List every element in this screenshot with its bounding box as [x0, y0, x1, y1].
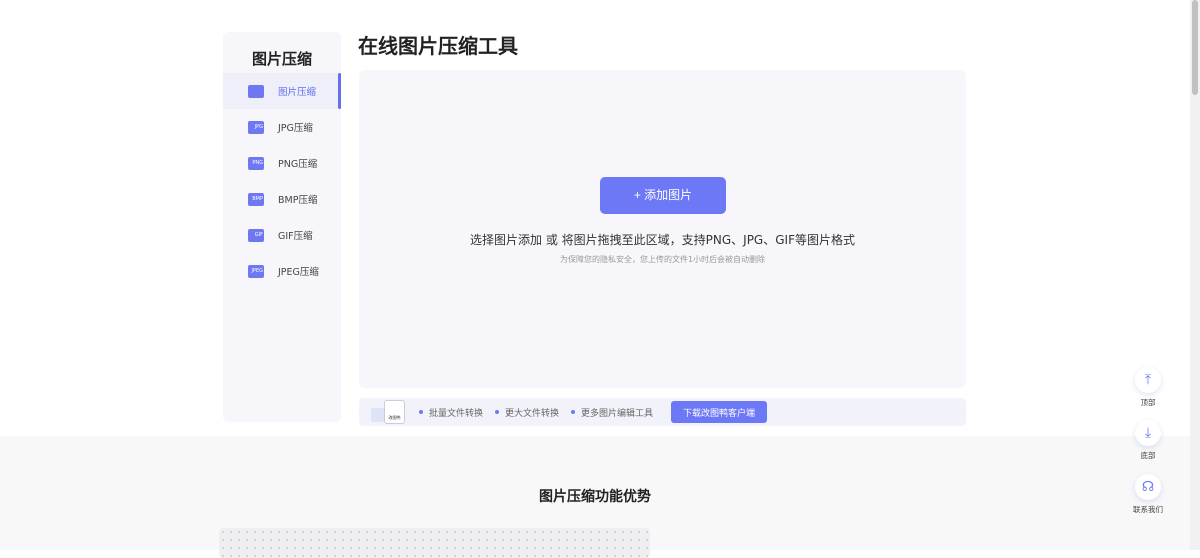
sidebar-item-image-compress[interactable]: 图片压缩 — [223, 73, 341, 109]
sidebar-item-jpg[interactable]: JPG JPG压缩 — [223, 109, 341, 145]
headset-icon: ☊ — [1135, 474, 1161, 500]
bottom-label: 底部 — [1140, 451, 1156, 460]
arrow-down-icon: ⤓ — [1135, 420, 1161, 446]
feature-item: 批量文件转换 — [419, 406, 483, 419]
gif-file-icon: GIF — [248, 228, 264, 242]
page-title: 在线图片压缩工具 — [358, 34, 518, 58]
sidebar-item-bmp[interactable]: BMP BMP压缩 — [223, 181, 341, 217]
sidebar-title: 图片压缩 — [251, 50, 312, 68]
sidebar-item-label: JPEG压缩 — [278, 267, 319, 278]
privacy-note: 为保障您的隐私安全，您上传的文件1小时后会被自动删除 — [559, 255, 766, 264]
feature-item: 更大文件转换 — [495, 406, 559, 419]
sidebar-item-label: GIF压缩 — [278, 231, 313, 242]
go-to-bottom-button[interactable]: ⤓ 底部 — [1130, 420, 1166, 461]
feature-item: 更多图片编辑工具 — [571, 406, 653, 419]
jpeg-file-icon: JPEG — [248, 264, 264, 278]
sidebar-item-gif[interactable]: GIF GIF压缩 — [223, 217, 341, 253]
sidebar-item-label: BMP压缩 — [278, 195, 318, 206]
dotted-panel — [219, 528, 650, 558]
sidebar: 图片压缩 图片压缩 JPG JPG压缩 PNG PNG压缩 BMP BMP压缩 GIF… — [223, 32, 341, 422]
scrollbar-thumb[interactable] — [1192, 0, 1198, 95]
bmp-file-icon: BMP — [248, 192, 264, 206]
app-logo-icon: 改图鸭 — [369, 398, 407, 426]
arrow-up-icon: ⤒ — [1135, 367, 1161, 393]
contact-label: 联系我们 — [1133, 505, 1163, 514]
sidebar-item-label: JPG压缩 — [278, 123, 313, 134]
back-to-top-button[interactable]: ⤒ 顶部 — [1130, 367, 1166, 408]
features-section: 图片压缩功能优势 — [0, 436, 1190, 558]
download-client-button[interactable]: 下载改图鸭客户端 — [671, 401, 768, 423]
top-label: 顶部 — [1140, 398, 1156, 407]
upload-drop-zone[interactable]: + 添加图片 选择图片添加 或 将图片拖拽至此区域，支持PNG、JPG、GIF等… — [359, 70, 966, 388]
client-promo-bar: 改图鸭 批量文件转换 更大文件转换 更多图片编辑工具 下载改图鸭客户端 — [359, 398, 966, 426]
contact-us-button[interactable]: ☊ 联系我们 — [1130, 474, 1166, 515]
sidebar-item-png[interactable]: PNG PNG压缩 — [223, 145, 341, 181]
sidebar-item-label: PNG压缩 — [278, 159, 318, 170]
section-title: 图片压缩功能优势 — [539, 489, 651, 505]
image-icon — [248, 84, 264, 98]
sidebar-item-label: 图片压缩 — [278, 87, 317, 98]
png-file-icon: PNG — [248, 156, 264, 170]
sidebar-item-jpeg[interactable]: JPEG JPEG压缩 — [223, 253, 341, 289]
jpg-file-icon: JPG — [248, 120, 264, 134]
upload-hint: 选择图片添加 或 将图片拖拽至此区域，支持PNG、JPG、GIF等图片格式 — [470, 233, 855, 247]
add-image-button[interactable]: + 添加图片 — [600, 177, 726, 214]
scrollbar[interactable] — [1190, 0, 1200, 550]
